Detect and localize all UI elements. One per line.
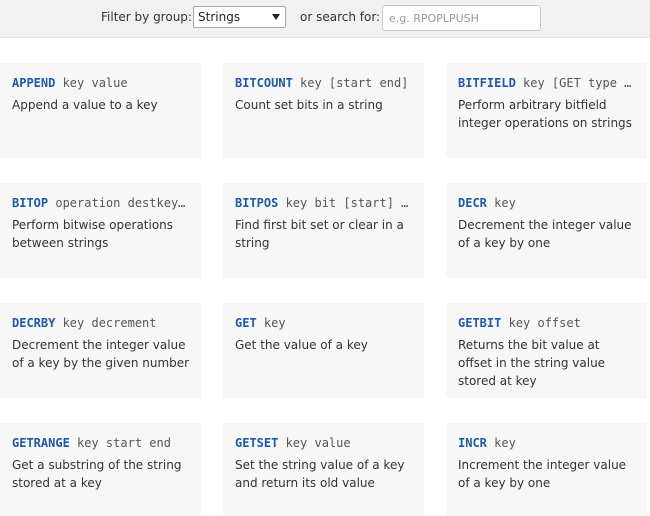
command-name: BITCOUNT xyxy=(235,76,293,90)
command-description: Set the string value of a key and return… xyxy=(235,458,405,490)
command-signature: GETSET key value xyxy=(235,435,413,451)
command-card-decrby[interactable]: DECRBY key decrement Decrement the integ… xyxy=(0,303,201,398)
command-signature: GETBIT key offset xyxy=(458,315,636,331)
command-description: Get the value of a key xyxy=(235,338,368,352)
filter-bar: Filter by group: Strings or search for: xyxy=(0,0,650,38)
command-args: operation destkey… xyxy=(48,196,186,210)
command-args: key [start end] xyxy=(292,76,409,90)
command-description: Increment the integer value of a key by … xyxy=(458,458,627,490)
command-args: key bit [start] … xyxy=(278,196,409,210)
command-signature: INCR key xyxy=(458,435,636,451)
command-description: Perform arbitrary bitfield integer opera… xyxy=(458,98,632,130)
command-name: BITOP xyxy=(12,196,49,210)
command-name: APPEND xyxy=(12,76,56,90)
command-signature: DECR key xyxy=(458,195,636,211)
group-filter-label: Filter by group: xyxy=(101,10,192,24)
command-name: BITPOS xyxy=(235,196,279,210)
command-args: key decrement xyxy=(55,316,157,330)
command-args: key [GET type … xyxy=(515,76,632,90)
command-name: BITFIELD xyxy=(458,76,516,90)
command-name: GETBIT xyxy=(458,316,502,330)
command-args: key offset xyxy=(501,316,581,330)
group-select-value: Strings xyxy=(198,10,241,24)
command-description: Perform bitwise operations between strin… xyxy=(12,218,174,250)
command-description: Decrement the integer value of a key by … xyxy=(458,218,632,250)
command-args: key xyxy=(486,436,516,450)
command-signature: GET key xyxy=(235,315,413,331)
command-args: key xyxy=(486,196,516,210)
command-description: Append a value to a key xyxy=(12,98,158,112)
search-label: or search for: xyxy=(300,10,381,24)
command-card-decr[interactable]: DECR key Decrement the integer value of … xyxy=(446,183,647,278)
command-name: GETSET xyxy=(235,436,279,450)
command-card-bitpos[interactable]: BITPOS key bit [start] … Find first bit … xyxy=(223,183,424,278)
command-description: Returns the bit value at offset in the s… xyxy=(458,338,606,388)
command-name: DECRBY xyxy=(12,316,56,330)
command-card-incr[interactable]: INCR key Increment the integer value of … xyxy=(446,423,647,516)
command-description: Decrement the integer value of a key by … xyxy=(12,338,190,370)
command-card-append[interactable]: APPEND key value Append a value to a key xyxy=(0,63,201,158)
command-name: GET xyxy=(235,316,257,330)
command-signature: APPEND key value xyxy=(12,75,190,91)
command-card-get[interactable]: GET key Get the value of a key xyxy=(223,303,424,398)
command-card-bitcount[interactable]: BITCOUNT key [start end] Count set bits … xyxy=(223,63,424,158)
command-card-bitop[interactable]: BITOP operation destkey… Perform bitwise… xyxy=(0,183,201,278)
command-card-getbit[interactable]: GETBIT key offset Returns the bit value … xyxy=(446,303,647,398)
command-args: key value xyxy=(55,76,128,90)
command-name: INCR xyxy=(458,436,487,450)
command-signature: BITFIELD key [GET type … xyxy=(458,75,636,91)
command-card-getset[interactable]: GETSET key value Set the string value of… xyxy=(223,423,424,516)
command-signature: BITPOS key bit [start] … xyxy=(235,195,413,211)
command-signature: BITOP operation destkey… xyxy=(12,195,190,211)
command-signature: BITCOUNT key [start end] xyxy=(235,75,413,91)
command-args: key xyxy=(256,316,286,330)
command-card-bitfield[interactable]: BITFIELD key [GET type … Perform arbitra… xyxy=(446,63,647,158)
command-card-getrange[interactable]: GETRANGE key start end Get a substring o… xyxy=(0,423,201,516)
command-description: Count set bits in a string xyxy=(235,98,383,112)
search-input[interactable] xyxy=(382,5,541,31)
command-description: Get a substring of the string stored at … xyxy=(12,458,182,490)
chevron-down-icon xyxy=(272,14,280,20)
command-args: key value xyxy=(278,436,351,450)
command-name: DECR xyxy=(458,196,487,210)
command-description: Find first bit set or clear in a string xyxy=(235,218,404,250)
group-select[interactable]: Strings xyxy=(193,6,286,28)
command-signature: GETRANGE key start end xyxy=(12,435,190,451)
command-signature: DECRBY key decrement xyxy=(12,315,190,331)
command-name: GETRANGE xyxy=(12,436,70,450)
command-args: key start end xyxy=(69,436,171,450)
